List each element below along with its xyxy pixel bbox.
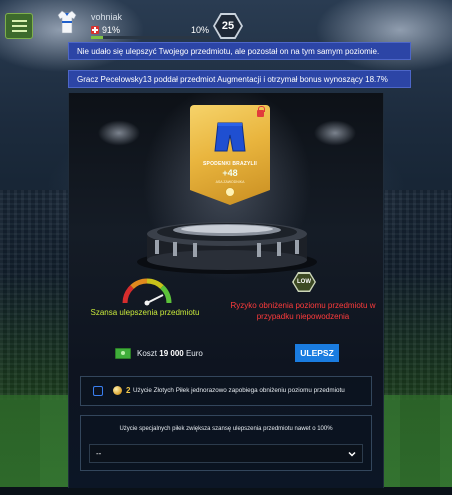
risk-level-value: LOW xyxy=(297,279,311,285)
money-icon xyxy=(115,348,131,359)
health-value: 91% xyxy=(102,25,121,35)
special-balls-selected: -- xyxy=(96,449,102,458)
player-augment-notice: Gracz Pecelowsky13 poddał przedmiot Augm… xyxy=(68,70,411,88)
special-balls-text: Użycie specjalnych piłek zwiększa szansę… xyxy=(119,426,333,432)
cost-prefix: Koszt xyxy=(137,349,158,358)
cost-row: Koszt 19 000 Euro ULEPSZ xyxy=(68,340,384,368)
risk-label: Ryzyko obniżenia poziomu przedmiotu w pr… xyxy=(230,301,376,321)
username: vohniak xyxy=(91,12,123,22)
chevron-down-icon xyxy=(348,451,356,457)
golden-balls-option: 2 Użycie Złotych Piłek jednorazowo zapob… xyxy=(80,376,372,406)
item-bonus: +48 xyxy=(222,168,238,178)
item-gem-icon xyxy=(225,187,235,197)
special-balls-section: Użycie specjalnych piłek zwiększa szansę… xyxy=(80,415,372,471)
upgrade-chance-gauge xyxy=(122,278,172,306)
golden-balls-text: Użycie Złotych Piłek jednorazowo zapobie… xyxy=(133,387,345,394)
cost-text: Koszt 19 000 Euro xyxy=(137,349,203,358)
menu-icon-line xyxy=(11,25,27,27)
cost-currency: Euro xyxy=(185,349,203,358)
lock-icon xyxy=(257,106,265,117)
upgrade-failed-notice: Nie udało się ulepszyć Twojego przedmiot… xyxy=(68,42,411,60)
special-balls-select[interactable]: -- xyxy=(89,444,363,463)
xp-percent: 10% xyxy=(191,25,210,35)
shorts-icon xyxy=(214,122,246,152)
golden-ball-count: 2 xyxy=(126,386,131,395)
health-indicator: 91% xyxy=(91,25,120,35)
menu-icon-line xyxy=(11,30,27,32)
golden-balls-checkbox[interactable] xyxy=(93,386,103,396)
menu-button[interactable] xyxy=(5,13,33,39)
pedestal xyxy=(137,222,317,274)
item-name: SPODENKI BRAZYLII xyxy=(203,161,257,167)
level-value: 25 xyxy=(221,20,235,32)
item-card[interactable]: SPODENKI BRAZYLII +48 ASA ZAWODNIKA xyxy=(190,105,270,205)
cost-amount: 19 000 xyxy=(159,349,184,358)
player-avatar-shirt-icon[interactable] xyxy=(56,9,78,35)
golden-ball-icon xyxy=(113,386,122,395)
upgrade-chance-label: Szansa ulepszenia przedmiotu xyxy=(90,308,200,317)
bottom-bar xyxy=(0,487,452,495)
item-subtitle: ASA ZAWODNIKA xyxy=(215,180,245,184)
health-cross-icon xyxy=(91,26,99,34)
xp-bar-fill xyxy=(91,36,103,39)
menu-icon-line xyxy=(11,20,27,22)
upgrade-button[interactable]: ULEPSZ xyxy=(295,344,339,362)
xp-bar xyxy=(91,36,211,39)
